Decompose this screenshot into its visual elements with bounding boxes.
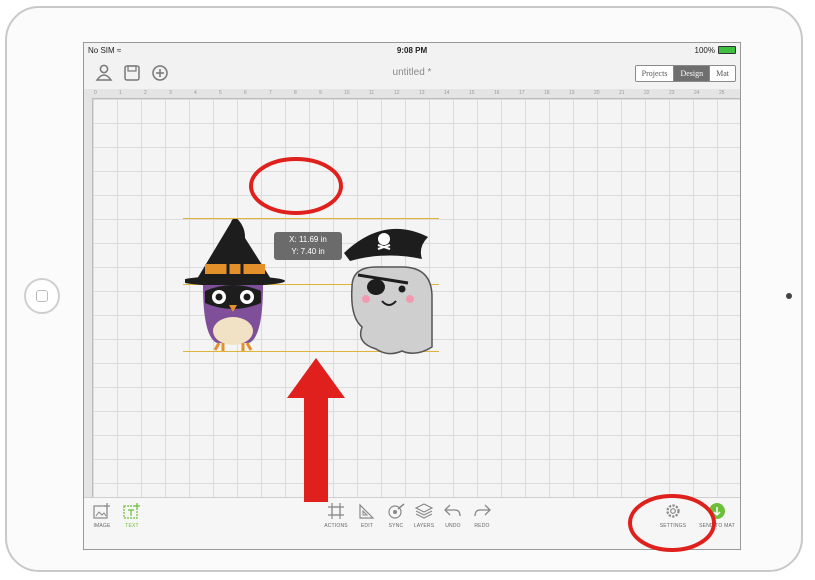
ruler-tick-label: 15 [469, 90, 475, 96]
ruler-tick-label: 13 [419, 90, 425, 96]
edit-button[interactable]: EDIT [355, 502, 379, 529]
text-button-label: TEXT [125, 523, 139, 529]
sync-button[interactable]: SYNC [384, 502, 408, 529]
ruler-tick-label: 7 [269, 90, 272, 96]
tab-projects[interactable]: Projects [635, 66, 675, 81]
undo-button-label: UNDO [445, 523, 461, 529]
ruler-tick-label: 1 [119, 90, 122, 96]
ruler-tick-label: 20 [594, 90, 600, 96]
undo-button[interactable]: UNDO [441, 502, 465, 529]
undo-icon [444, 504, 461, 517]
redo-icon [474, 504, 491, 517]
ruler-tick-label: 16 [494, 90, 500, 96]
ruler-tick-label: 14 [444, 90, 450, 96]
ruler-tick-label: 19 [569, 90, 575, 96]
pirate-ghost-image[interactable] [336, 217, 448, 357]
settings-button[interactable]: SETTINGS [656, 502, 690, 529]
ruler-tick-label: 10 [344, 90, 350, 96]
image-button-label: IMAGE [93, 523, 111, 529]
actions-button-label: ACTIONS [324, 523, 348, 529]
bottom-toolbar: IMAGE TEXT ACTIONS EDIT SYNC LAYERS UNDO… [84, 497, 740, 549]
witch-owl-image[interactable] [185, 219, 295, 354]
send-to-mat-button[interactable]: SEND TO MAT [694, 502, 740, 529]
text-button[interactable]: TEXT [120, 502, 144, 529]
ruler-tick-label: 25 [719, 90, 725, 96]
tab-design[interactable]: Design [674, 66, 711, 81]
layers-button-label: LAYERS [413, 523, 435, 529]
redo-button[interactable]: REDO [470, 502, 494, 529]
ruler-tick-label: 24 [694, 90, 700, 96]
ruler-tick-label: 2 [144, 90, 147, 96]
edit-icon [359, 503, 375, 519]
layers-icon [415, 503, 433, 519]
top-toolbar: untitled * Projects Design Mat [84, 57, 740, 89]
sync-button-label: SYNC [388, 523, 404, 529]
clock: 9:08 PM [396, 45, 428, 55]
ruler-tick-label: 17 [519, 90, 525, 96]
app-screen: No SIM ≈ 9:08 PM 100% untitled * Project… [83, 42, 741, 550]
ruler-tick-label: 12 [394, 90, 400, 96]
view-switcher: Projects Design Mat [634, 65, 736, 82]
tab-mat[interactable]: Mat [710, 66, 735, 81]
actions-button[interactable]: ACTIONS [320, 502, 352, 529]
gear-icon [666, 504, 680, 518]
layers-button[interactable]: LAYERS [410, 502, 438, 529]
ruler-tick-label: 21 [619, 90, 625, 96]
ruler-tick-label: 4 [194, 90, 197, 96]
ruler-tick-label: 8 [294, 90, 297, 96]
image-button[interactable]: IMAGE [90, 502, 114, 529]
ruler-tick-label: 22 [644, 90, 650, 96]
ruler-tick-label: 6 [244, 90, 247, 96]
design-canvas[interactable]: X: 11.69 in Y: 7.40 in [93, 99, 740, 497]
redo-button-label: REDO [474, 523, 490, 529]
ruler-tick-label: 0 [94, 90, 97, 96]
send-to-mat-icon [709, 503, 725, 519]
battery-icon [718, 46, 736, 54]
ruler-horizontal: 0 1 2 3 4 5 6 7 8 9 10 11 12 13 14 15 16 17 18 19 20 21 22 23 24… [84, 89, 740, 99]
ruler-tick-label: 3 [169, 90, 172, 96]
ruler-tick-label: 5 [219, 90, 222, 96]
ruler-tick-label: 23 [669, 90, 675, 96]
ruler-tick-label: 11 [369, 90, 375, 96]
front-camera [786, 293, 792, 299]
home-button[interactable] [24, 278, 60, 314]
ruler-tick-label: 18 [544, 90, 550, 96]
status-bar: No SIM ≈ 9:08 PM 100% [84, 43, 740, 57]
settings-button-label: SETTINGS [659, 523, 687, 529]
send-to-mat-button-label: SEND TO MAT [699, 523, 735, 529]
actions-icon [328, 503, 344, 519]
ruler-tick-label: 9 [319, 90, 322, 96]
ruler-vertical [84, 98, 93, 498]
sync-icon [388, 503, 405, 519]
add-text-icon [123, 503, 140, 519]
edit-button-label: EDIT [360, 523, 374, 529]
add-image-icon [93, 503, 110, 519]
